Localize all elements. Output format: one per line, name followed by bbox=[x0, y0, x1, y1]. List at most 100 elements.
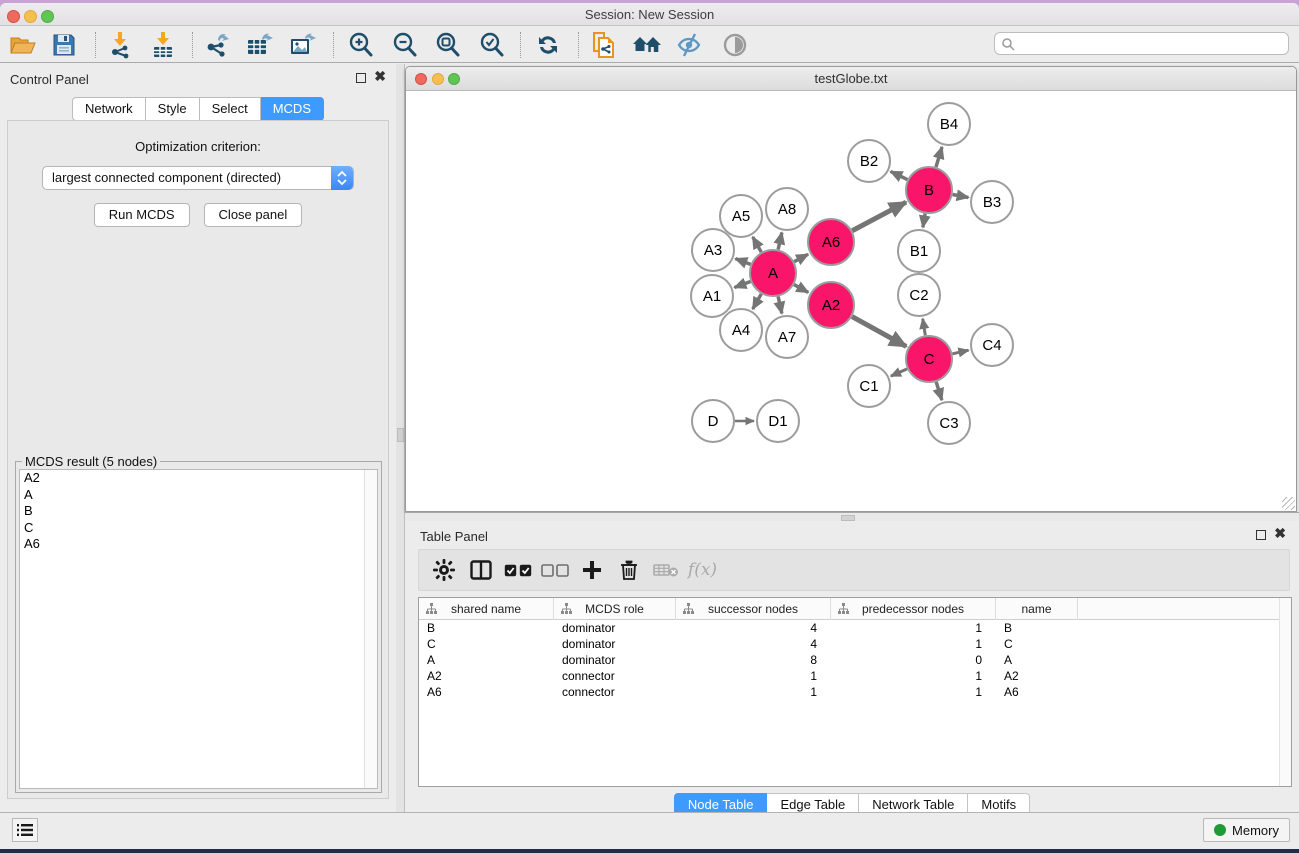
table-cell[interactable]: A bbox=[419, 652, 554, 668]
table-cell[interactable]: 1 bbox=[676, 668, 831, 684]
import-table-icon[interactable] bbox=[148, 30, 178, 60]
table-cell[interactable]: A2 bbox=[419, 668, 554, 684]
select-all-icon[interactable] bbox=[499, 555, 536, 585]
column-header-predecessor-nodes[interactable]: predecessor nodes bbox=[831, 598, 996, 620]
tab-style[interactable]: Style bbox=[146, 97, 200, 121]
network-graph[interactable]: B4B2BB3A8A5A6A3B1AC2A1A2A4A7C4CC1DD1C3 bbox=[407, 92, 1295, 510]
table-cell[interactable]: 1 bbox=[676, 684, 831, 700]
edge-C-C3[interactable] bbox=[936, 382, 942, 400]
import-network-icon[interactable] bbox=[105, 30, 135, 60]
task-history-button[interactable] bbox=[12, 818, 38, 842]
table-cell[interactable]: A2 bbox=[996, 668, 1078, 684]
table-row[interactable]: A2connector11A2 bbox=[419, 668, 1291, 684]
edge-A-A2[interactable] bbox=[794, 285, 808, 293]
column-header-shared-name[interactable]: shared name bbox=[419, 598, 554, 620]
memory-button[interactable]: Memory bbox=[1203, 818, 1290, 842]
float-panel-icon[interactable] bbox=[356, 73, 366, 83]
network-close-button[interactable] bbox=[415, 73, 427, 85]
network-window-titlebar[interactable]: testGlobe.txt bbox=[406, 67, 1296, 91]
network-window[interactable]: testGlobe.txt B4B2BB3A8A5A6A3B1AC2A1A2A4… bbox=[405, 66, 1297, 512]
column-header-successor-nodes[interactable]: successor nodes bbox=[676, 598, 831, 620]
table-cell[interactable]: dominator bbox=[554, 636, 676, 652]
edge-A6-B[interactable] bbox=[852, 202, 906, 231]
table-cell[interactable]: connector bbox=[554, 668, 676, 684]
table-cell[interactable]: 4 bbox=[676, 636, 831, 652]
splitter-grip[interactable] bbox=[397, 428, 404, 442]
mcds-result-item[interactable]: A bbox=[20, 487, 377, 504]
network-maximize-button[interactable] bbox=[448, 73, 460, 85]
table-cell[interactable]: 0 bbox=[831, 652, 996, 668]
mcds-result-item[interactable]: B bbox=[20, 503, 377, 520]
close-panel-icon[interactable]: ✖ bbox=[374, 70, 386, 82]
tab-select[interactable]: Select bbox=[200, 97, 261, 121]
edge-A2-C[interactable] bbox=[852, 317, 906, 347]
column-icon[interactable] bbox=[462, 555, 499, 585]
edge-B-B1[interactable] bbox=[923, 214, 925, 228]
table-cell[interactable]: C bbox=[996, 636, 1078, 652]
table-row[interactable]: Cdominator41C bbox=[419, 636, 1291, 652]
refresh-icon[interactable] bbox=[533, 30, 563, 60]
table-cell[interactable]: B bbox=[996, 620, 1078, 636]
close-panel-icon[interactable]: ✖ bbox=[1274, 527, 1286, 539]
table-cell[interactable]: 4 bbox=[676, 620, 831, 636]
add-column-icon[interactable] bbox=[573, 555, 610, 585]
table-row[interactable]: Adominator80A bbox=[419, 652, 1291, 668]
delete-table-icon[interactable] bbox=[647, 555, 684, 585]
table-cell[interactable]: 1 bbox=[831, 636, 996, 652]
minimize-window-button[interactable] bbox=[24, 10, 37, 23]
zoom-out-icon[interactable] bbox=[390, 30, 420, 60]
export-image-icon[interactable] bbox=[288, 30, 318, 60]
edge-A-A5[interactable] bbox=[753, 237, 762, 252]
open-session-icon[interactable] bbox=[8, 30, 38, 60]
edge-A-A7[interactable] bbox=[778, 296, 782, 313]
float-panel-icon[interactable] bbox=[1256, 530, 1266, 540]
mcds-list-scrollbar[interactable] bbox=[364, 470, 377, 788]
table-cell[interactable]: dominator bbox=[554, 652, 676, 668]
gear-icon[interactable] bbox=[425, 555, 462, 585]
optimization-dropdown[interactable]: largest connected component (directed) bbox=[42, 166, 354, 190]
edge-A-A8[interactable] bbox=[778, 232, 782, 249]
network-minimize-button[interactable] bbox=[432, 73, 444, 85]
table-cell[interactable]: C bbox=[419, 636, 554, 652]
export-table-icon[interactable] bbox=[245, 30, 275, 60]
table-row[interactable]: Bdominator41B bbox=[419, 620, 1291, 636]
maximize-window-button[interactable] bbox=[41, 10, 54, 23]
edge-A-A3[interactable] bbox=[735, 259, 750, 265]
search-input[interactable] bbox=[1015, 37, 1288, 51]
tab-mcds[interactable]: MCDS bbox=[261, 97, 324, 121]
app-titlebar[interactable]: Session: New Session bbox=[0, 3, 1299, 26]
edge-C-C2[interactable] bbox=[923, 319, 926, 336]
table-cell[interactable]: A6 bbox=[419, 684, 554, 700]
run-mcds-button[interactable]: Run MCDS bbox=[94, 203, 190, 227]
mcds-result-item[interactable]: A6 bbox=[20, 536, 377, 553]
table-cell[interactable]: 1 bbox=[831, 684, 996, 700]
delete-icon[interactable] bbox=[610, 555, 647, 585]
horizontal-splitter[interactable] bbox=[405, 512, 1299, 521]
table-cell[interactable]: B bbox=[419, 620, 554, 636]
show-eye-icon[interactable] bbox=[720, 30, 750, 60]
mcds-result-item[interactable]: A2 bbox=[20, 470, 377, 487]
zoom-fit-icon[interactable] bbox=[433, 30, 463, 60]
edge-C-C1[interactable] bbox=[891, 369, 907, 376]
network-canvas[interactable]: B4B2BB3A8A5A6A3B1AC2A1A2A4A7C4CC1DD1C3 bbox=[407, 92, 1295, 510]
close-window-button[interactable] bbox=[7, 10, 20, 23]
edge-A-A4[interactable] bbox=[753, 294, 762, 309]
edge-B-B2[interactable] bbox=[891, 171, 908, 179]
function-icon[interactable]: f(x) bbox=[684, 555, 721, 585]
edge-A-A6[interactable] bbox=[794, 254, 808, 261]
edge-A-A1[interactable] bbox=[734, 281, 750, 287]
table-cell[interactable]: A6 bbox=[996, 684, 1078, 700]
save-session-icon[interactable] bbox=[49, 30, 79, 60]
zoom-in-icon[interactable] bbox=[346, 30, 376, 60]
table-cell[interactable]: 8 bbox=[676, 652, 831, 668]
table-scrollbar[interactable] bbox=[1279, 598, 1291, 786]
export-network-icon[interactable] bbox=[203, 30, 233, 60]
hide-panel-icon[interactable] bbox=[675, 30, 705, 60]
node-table[interactable]: shared nameMCDS rolesuccessor nodesprede… bbox=[418, 597, 1292, 787]
mcds-result-item[interactable]: C bbox=[20, 520, 377, 537]
edge-B-B3[interactable] bbox=[953, 194, 969, 197]
table-cell[interactable]: 1 bbox=[831, 620, 996, 636]
zoom-selected-icon[interactable] bbox=[477, 30, 507, 60]
table-cell[interactable]: dominator bbox=[554, 620, 676, 636]
close-panel-button[interactable]: Close panel bbox=[204, 203, 303, 227]
